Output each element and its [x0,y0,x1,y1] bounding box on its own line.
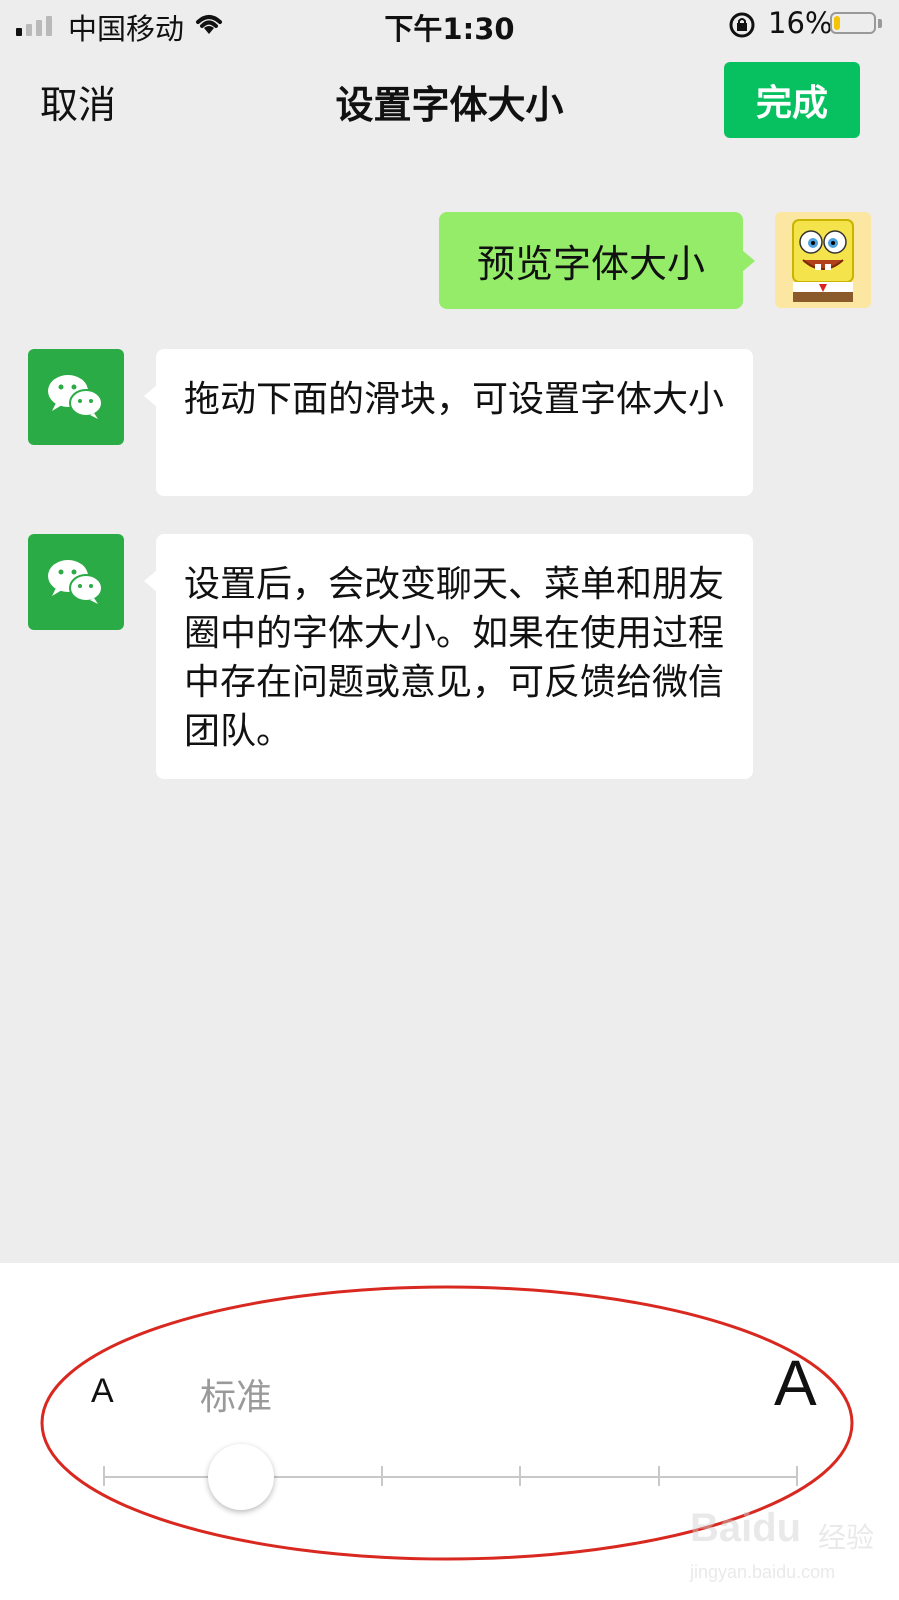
clock: 下午1:30 [384,12,515,46]
watermark-url: jingyan.baidu.com [690,1562,836,1582]
rotation-lock-icon [729,12,755,38]
battery-percent: 16% [768,6,833,40]
wechat-logo-icon [48,375,103,419]
baidu-watermark: Baidu 经验 jingyan.baidu.com [690,1506,890,1596]
watermark-suffix: 经验 [818,1521,875,1554]
user-avatar [775,212,871,308]
wechat-avatar [28,534,124,630]
status-bar: 中国移动 下午1:30 16% [0,0,899,50]
battery-tip [878,19,882,28]
done-button[interactable]: 完成 [724,62,860,138]
system-message-bubble: 设置后，会改变聊天、菜单和朋友圈中的字体大小。如果在使用过程中存在问题或意见，可… [144,534,753,779]
wechat-avatar [28,349,124,445]
system-message-bubble: 拖动下面的滑块，可设置字体大小 [144,349,753,496]
spongebob-avatar-icon [775,212,871,308]
watermark-brand: Baidu [690,1506,802,1550]
my-message-bubble: 预览字体大小 [439,212,755,309]
battery-icon [830,12,876,34]
wechat-logo-icon [48,560,103,604]
battery-level [834,16,840,30]
